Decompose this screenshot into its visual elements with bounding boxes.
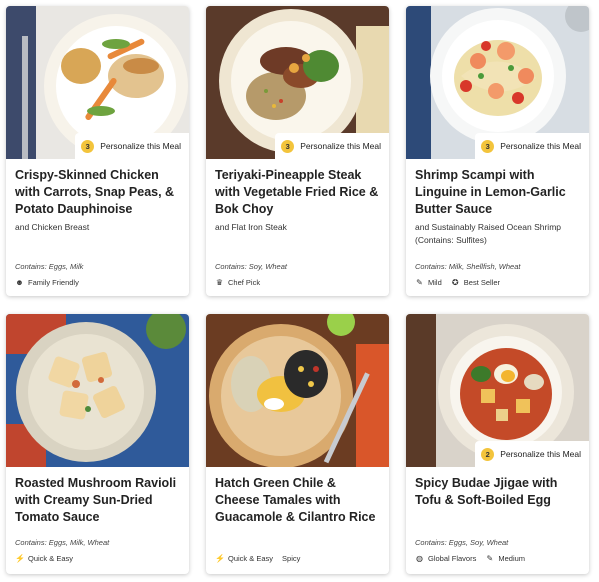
chef-hat-icon: ♛: [215, 278, 224, 287]
tag-quick-easy: ⚡ Quick & Easy: [15, 554, 73, 563]
tag-global-flavors: ◍ Global Flavors: [415, 554, 476, 563]
allergen-info: Contains: Eggs, Milk, Wheat: [15, 538, 110, 547]
meal-tags: ⚡ Quick & Easy: [15, 554, 82, 563]
meal-title[interactable]: Hatch Green Chile & Cheese Tamales with …: [215, 475, 380, 526]
tag-label: Global Flavors: [428, 554, 477, 563]
tag-label: Quick & Easy: [228, 554, 274, 563]
meal-title[interactable]: Spicy Budae Jjigae with Tofu & Soft-Boil…: [415, 475, 580, 509]
options-count-badge: 2: [481, 447, 495, 461]
tag-medium: ✎ Medium: [485, 554, 526, 563]
personalize-button[interactable]: 3 Personalize this Meal: [475, 133, 589, 159]
meal-card[interactable]: 2 Personalize this Meal Spicy Budae Jjig…: [406, 314, 589, 574]
smiley-icon: ☻: [15, 278, 24, 287]
tag-label: Family Friendly: [28, 278, 79, 287]
meal-photo[interactable]: 3 Personalize this Meal: [6, 6, 189, 159]
lightning-icon: ⚡: [215, 554, 225, 563]
meal-protein: and Flat Iron Steak: [215, 222, 287, 232]
meal-card[interactable]: Roasted Mushroom Ravioli with Creamy Sun…: [6, 314, 189, 574]
meal-tags: ◍ Global Flavors ✎ Medium: [415, 554, 534, 563]
meal-image: [6, 314, 189, 467]
tag-label: Best Seller: [463, 278, 501, 287]
meal-card[interactable]: Hatch Green Chile & Cheese Tamales with …: [206, 314, 389, 574]
meal-tags: ✎ Mild ✪ Best Seller: [415, 278, 509, 287]
meal-card[interactable]: 3 Personalize this Meal Shrimp Scampi wi…: [406, 6, 589, 296]
tag-label: Chef Pick: [228, 278, 261, 287]
tag-family-friendly: ☻ Family Friendly: [15, 278, 79, 287]
meal-photo[interactable]: 3 Personalize this Meal: [406, 6, 589, 159]
tag-quick-easy: ⚡ Quick & Easy: [215, 554, 273, 563]
tag-mild: ✎ Mild: [415, 278, 442, 287]
meal-protein: and Sustainably Raised Ocean Shrimp (Con…: [415, 222, 561, 245]
options-count-badge: 3: [81, 139, 95, 153]
tag-label: Medium: [498, 554, 526, 563]
meal-title[interactable]: Roasted Mushroom Ravioli with Creamy Sun…: [15, 475, 180, 526]
options-count-badge: 3: [481, 139, 495, 153]
personalize-label: Personalize this Meal: [300, 141, 381, 151]
ribbon-icon: ✪: [451, 278, 459, 287]
meal-photo[interactable]: [206, 314, 389, 467]
options-count-badge: 3: [281, 139, 295, 153]
globe-icon: ◍: [416, 554, 423, 563]
meal-tags: ☻ Family Friendly: [15, 278, 88, 287]
tag-best-seller: ✪ Best Seller: [451, 278, 500, 287]
tag-chef-pick: ♛ Chef Pick: [215, 278, 260, 287]
pepper-icon: ✎: [416, 278, 423, 287]
pepper-icon: ✎: [486, 554, 494, 563]
lightning-icon: ⚡: [15, 554, 25, 563]
meal-title[interactable]: Teriyaki-Pineapple Steak with Vegetable …: [215, 167, 380, 218]
personalize-label: Personalize this Meal: [100, 141, 181, 151]
meal-card[interactable]: 3 Personalize this Meal Teriyaki-Pineapp…: [206, 6, 389, 296]
allergen-info: Contains: Eggs, Soy, Wheat: [415, 538, 509, 547]
personalize-button[interactable]: 3 Personalize this Meal: [275, 133, 389, 159]
personalize-button[interactable]: 2 Personalize this Meal: [475, 441, 589, 467]
tag-spicy: Spicy: [282, 554, 300, 563]
meal-protein: and Chicken Breast: [15, 222, 90, 232]
meal-card[interactable]: 3 Personalize this Meal Crispy-Skinned C…: [6, 6, 189, 296]
tag-label: Spicy: [282, 554, 301, 563]
meal-photo[interactable]: 3 Personalize this Meal: [206, 6, 389, 159]
tag-label: Quick & Easy: [28, 554, 74, 563]
meal-tags: ⚡ Quick & Easy Spicy: [215, 554, 309, 563]
allergen-info: Contains: Milk, Shellfish, Wheat: [415, 262, 521, 271]
meal-image: [206, 314, 389, 467]
tag-label: Mild: [428, 278, 442, 287]
personalize-label: Personalize this Meal: [500, 141, 581, 151]
meal-tags: ♛ Chef Pick: [215, 278, 269, 287]
allergen-info: Contains: Soy, Wheat: [215, 262, 287, 271]
personalize-label: Personalize this Meal: [500, 449, 581, 459]
meal-title[interactable]: Crispy-Skinned Chicken with Carrots, Sna…: [15, 167, 180, 218]
meal-title[interactable]: Shrimp Scampi with Linguine in Lemon-Gar…: [415, 167, 580, 218]
personalize-button[interactable]: 3 Personalize this Meal: [75, 133, 189, 159]
meal-photo[interactable]: [6, 314, 189, 467]
meal-photo[interactable]: 2 Personalize this Meal: [406, 314, 589, 467]
allergen-info: Contains: Eggs, Milk: [15, 262, 84, 271]
